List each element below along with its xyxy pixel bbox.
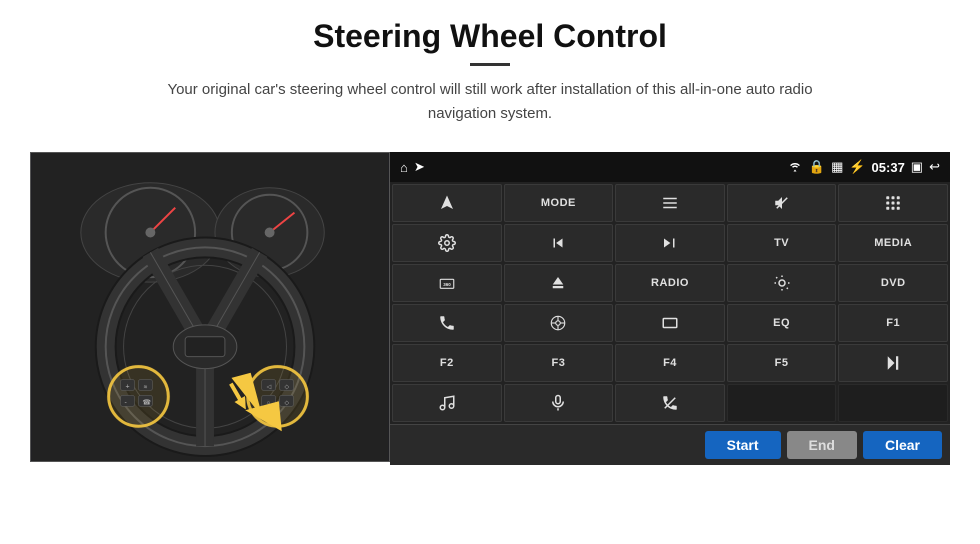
- f5-btn[interactable]: F5: [727, 344, 837, 382]
- svg-text:◇: ◇: [285, 400, 290, 406]
- svg-text:-: -: [125, 399, 127, 406]
- page-wrapper: Steering Wheel Control Your original car…: [0, 0, 980, 544]
- clock-display: 05:37: [872, 160, 905, 175]
- f1-btn[interactable]: F1: [838, 304, 948, 342]
- mute-btn[interactable]: [727, 184, 837, 222]
- playpause-btn[interactable]: [838, 344, 948, 382]
- next-btn[interactable]: [615, 224, 725, 262]
- page-title: Steering Wheel Control: [140, 18, 840, 55]
- svg-text:+: +: [126, 383, 130, 390]
- svg-text:360: 360: [443, 282, 451, 287]
- content-row: + ≋ - ☎ ◁ ◇ ○ ◇: [30, 152, 950, 465]
- home-icon[interactable]: ⌂: [400, 160, 408, 175]
- wifi-icon: [787, 160, 803, 175]
- bottom-action-bar: Start End Clear: [390, 424, 950, 465]
- prev-btn[interactable]: [504, 224, 614, 262]
- f2-btn[interactable]: F2: [392, 344, 502, 382]
- status-bar: ⌂ ➤ 🔒 ▦ ⚡ 05:37: [390, 152, 950, 182]
- tv-btn[interactable]: TV: [727, 224, 837, 262]
- list-btn[interactable]: [615, 184, 725, 222]
- dvd-btn[interactable]: DVD: [838, 264, 948, 302]
- media-btn[interactable]: MEDIA: [838, 224, 948, 262]
- mic-btn[interactable]: [504, 384, 614, 422]
- svg-text:≋: ≋: [143, 384, 147, 390]
- title-section: Steering Wheel Control Your original car…: [140, 18, 840, 142]
- f3-btn[interactable]: F3: [504, 344, 614, 382]
- mode-btn[interactable]: MODE: [504, 184, 614, 222]
- f4-btn[interactable]: F4: [615, 344, 725, 382]
- music-btn[interactable]: [392, 384, 502, 422]
- clear-button[interactable]: Clear: [863, 431, 942, 459]
- back-icon[interactable]: ↩: [929, 159, 940, 175]
- lock-icon: 🔒: [809, 159, 825, 175]
- start-button[interactable]: Start: [705, 431, 781, 459]
- svg-text:◇: ◇: [285, 384, 290, 390]
- svg-text:☎: ☎: [142, 398, 151, 406]
- nav-arrow-icon: ➤: [414, 159, 425, 175]
- eject-btn[interactable]: [504, 264, 614, 302]
- steering-wheel-image: + ≋ - ☎ ◁ ◇ ○ ◇: [30, 152, 390, 462]
- svg-text:◁: ◁: [267, 384, 272, 390]
- brightness-btn[interactable]: [727, 264, 837, 302]
- screen-icon: ▣: [911, 159, 923, 175]
- subtitle-text: Your original car's steering wheel contr…: [140, 78, 840, 126]
- nav-btn[interactable]: [392, 184, 502, 222]
- empty-cell-2: [838, 384, 948, 422]
- end-button[interactable]: End: [787, 431, 857, 459]
- radio-btn[interactable]: RADIO: [615, 264, 725, 302]
- screen-ratio-btn[interactable]: [615, 304, 725, 342]
- 360-btn[interactable]: 360: [392, 264, 502, 302]
- status-bar-left: ⌂ ➤: [400, 159, 425, 175]
- navi-btn[interactable]: [504, 304, 614, 342]
- settings-btn[interactable]: [392, 224, 502, 262]
- status-bar-right: 🔒 ▦ ⚡ 05:37 ▣ ↩: [787, 159, 940, 175]
- head-unit-panel: ⌂ ➤ 🔒 ▦ ⚡ 05:37: [390, 152, 950, 465]
- callend-btn[interactable]: [615, 384, 725, 422]
- phone-btn[interactable]: [392, 304, 502, 342]
- sim-icon: ▦: [831, 159, 843, 175]
- eq-btn[interactable]: EQ: [727, 304, 837, 342]
- empty-cell-1: [727, 384, 837, 422]
- button-grid: MODE: [390, 182, 950, 424]
- apps-btn[interactable]: [838, 184, 948, 222]
- bluetooth-icon: ⚡: [849, 159, 865, 175]
- title-divider: [470, 63, 510, 66]
